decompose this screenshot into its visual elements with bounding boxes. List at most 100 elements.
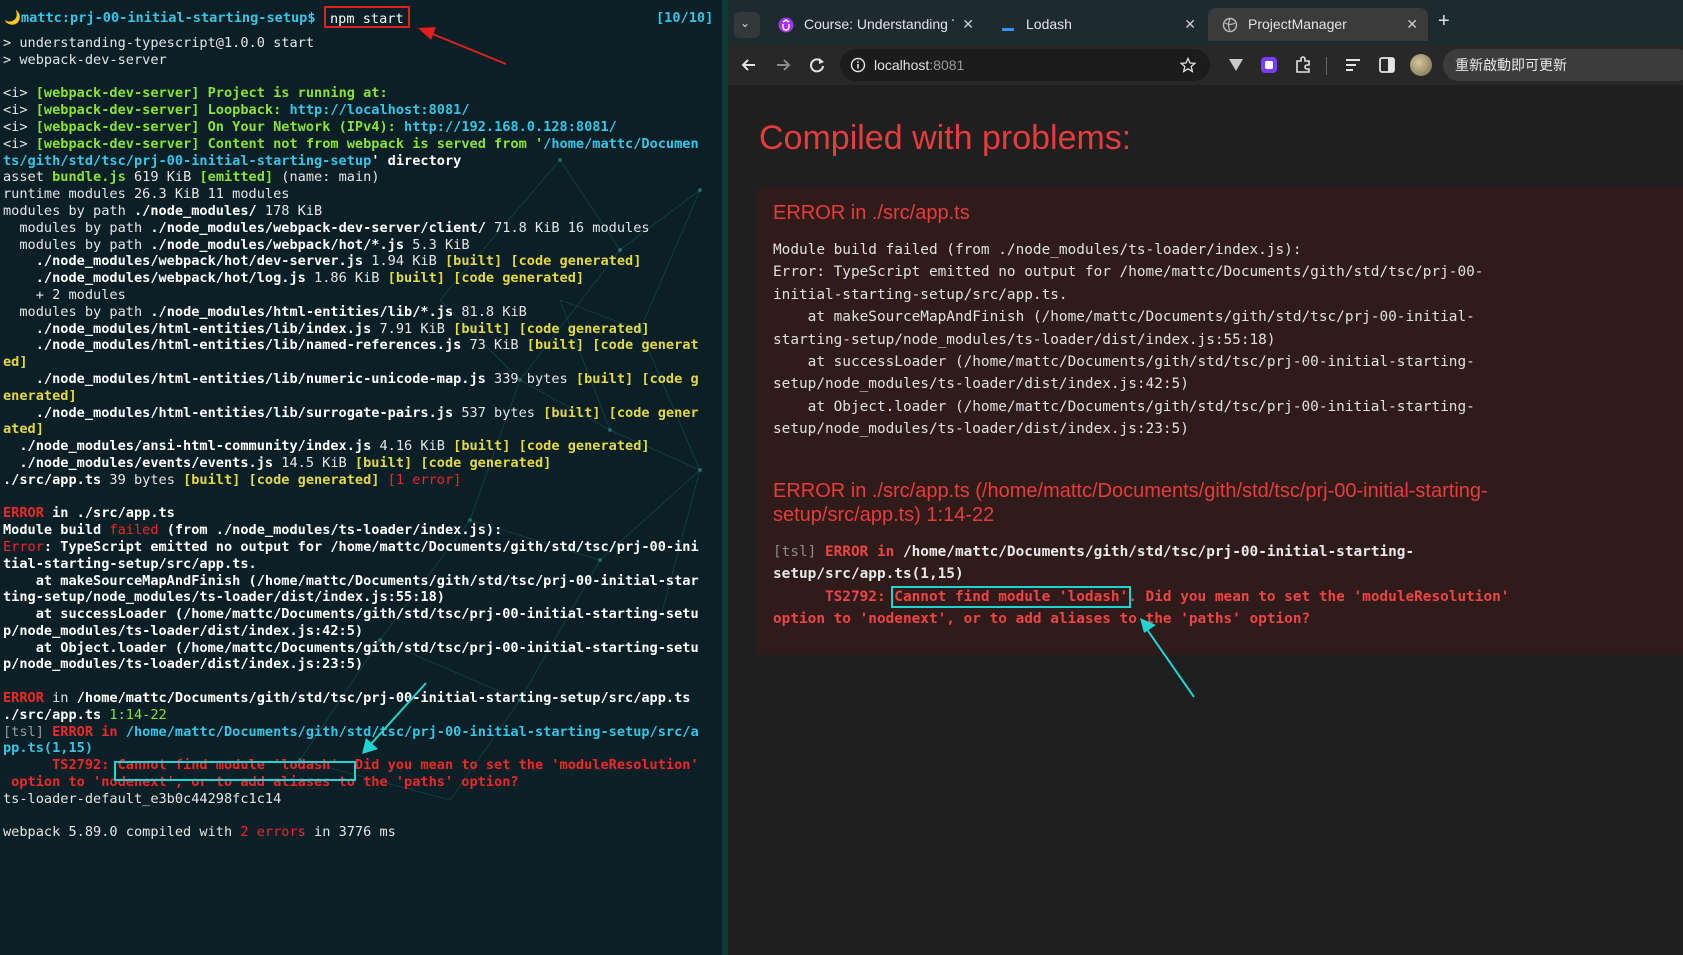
tsl-path-line2: setup/src/app.ts(1,15)	[773, 566, 964, 582]
terminal-text: ERROR	[52, 723, 94, 740]
terminal-text: [built] [code g	[575, 370, 699, 387]
terminal-line: at successLoader (/home/mattc/Documents/…	[3, 606, 719, 623]
terminal-text: tial-starting-setup/src/app.ts.	[3, 555, 257, 572]
command-input[interactable]: npm start	[324, 6, 410, 28]
terminal-text: <i>	[3, 118, 36, 135]
terminal-text: <i>	[3, 135, 36, 152]
terminal-text: /home/mattc/Documents/gith/std/tsc/prj-0…	[125, 723, 699, 740]
extension-icon[interactable]	[1225, 54, 1247, 76]
pane-counter: [10/10]	[656, 10, 714, 26]
terminal-text: <i>	[3, 102, 36, 119]
reading-list-icon[interactable]	[1342, 54, 1364, 76]
terminal-line: > understanding-typescript@1.0.0 start	[3, 35, 719, 52]
url-text[interactable]: localhost:8081	[874, 57, 964, 73]
terminal-line: modules by path ./node_modules/ 178 KiB	[3, 203, 719, 220]
terminal-text: 178 KiB	[256, 202, 323, 219]
terminal-line: p/node_modules/ts-loader/dist/index.js:2…	[3, 656, 719, 673]
close-icon[interactable]: ✕	[962, 8, 974, 41]
terminal-text: [built] [code generated]	[453, 320, 650, 337]
terminal-text: + 2 modules	[3, 286, 126, 303]
terminal-text: [built] [code generated]	[183, 471, 388, 488]
ts-rest-line2: option to 'nodenext', or to add aliases …	[773, 611, 1311, 627]
info-icon[interactable]	[850, 57, 866, 73]
prompt-bar: 🌙mattc:prj-00-initial-starting-setup$ np…	[0, 6, 722, 30]
terminal-text: enerated]	[3, 387, 77, 404]
terminal-window[interactable]: 🌙mattc:prj-00-initial-starting-setup$ np…	[0, 0, 722, 955]
terminal-text: 7.91 KiB	[371, 320, 454, 337]
lodash-favicon-icon	[1002, 28, 1014, 31]
terminal-line: <i> [webpack-dev-server] Content not fro…	[3, 136, 719, 153]
reload-icon[interactable]	[806, 54, 828, 76]
terminal-text: Did you mean to set the 'moduleResolutio…	[338, 757, 699, 774]
terminal-text: [emitted]	[199, 169, 274, 186]
terminal-line: ERROR in ./src/app.ts	[3, 505, 719, 522]
tab-lodash[interactable]: Lodash ✕	[986, 8, 1206, 41]
terminal-text: ./node_modules/webpack-dev-server/client…	[150, 219, 486, 236]
terminal-text: 5.3 KiB	[404, 236, 470, 253]
terminal-line: webpack 5.89.0 compiled with 2 errors in…	[3, 824, 719, 841]
terminal-line: ./src/app.ts 1:14-22	[3, 707, 719, 724]
globe-icon	[1222, 17, 1238, 33]
relaunch-update-button[interactable]: 重新啟動即可更新	[1443, 49, 1683, 81]
terminal-text: p/node_modules/ts-loader/dist/index.js:2…	[3, 656, 364, 673]
terminal-text: [webpack-dev-server] Project is running …	[35, 85, 388, 102]
new-tab-button[interactable]: +	[1438, 10, 1450, 33]
terminal-line: modules by path ./node_modules/webpack-d…	[3, 220, 719, 237]
tab-search-button[interactable]: ⌄	[734, 12, 760, 38]
terminal-line: modules by path ./node_modules/webpack/h…	[3, 237, 719, 254]
terminal-line: ed]	[3, 354, 719, 371]
terminal-text: TS2792:	[3, 757, 118, 774]
terminal-text: 39 bytes	[101, 471, 184, 488]
terminal-line: <i> [webpack-dev-server] On Your Network…	[3, 119, 719, 136]
puzzle-icon[interactable]	[1292, 54, 1314, 76]
terminal-text: at successLoader (/home/mattc/Documents/…	[3, 606, 699, 623]
course-favicon-icon	[778, 17, 794, 33]
tab-title: ProjectManager	[1248, 16, 1347, 32]
terminal-line: tial-starting-setup/src/app.ts.	[3, 556, 719, 573]
terminal-text: [webpack-dev-server] Loopback:	[35, 102, 290, 119]
terminal-line: modules by path ./node_modules/html-enti…	[3, 304, 719, 321]
url-host: localhost	[874, 57, 930, 73]
extension-icon[interactable]	[1258, 54, 1280, 76]
terminal-line: at Object.loader (/home/mattc/Documents/…	[3, 640, 719, 657]
address-bar[interactable]: localhost:8081	[840, 49, 1210, 81]
error1-body: Module build failed (from ./node_modules…	[773, 242, 1484, 438]
close-icon[interactable]: ✕	[1406, 8, 1418, 41]
terminal-text: [webpack-dev-server] On Your Network (IP…	[35, 118, 405, 135]
terminal-text: ./node_modules/webpack/hot/log.js	[3, 270, 306, 287]
terminal-text: ./node_modules/html-entities/lib/numeric…	[3, 370, 486, 387]
terminal-text: Cannot find module 'lodash'	[117, 757, 339, 774]
terminal-text: > understanding-typescript@1.0.0 start	[3, 35, 314, 51]
terminal-text: ./node_modules/html-entities/lib/named-r…	[3, 337, 462, 354]
side-panel-icon[interactable]	[1376, 54, 1398, 76]
error2-heading-line1: ERROR in ./src/app.ts (/home/mattc/Docum…	[773, 480, 1488, 502]
terminal-text: bundle.js	[52, 169, 126, 186]
terminal-text: 81.8 KiB	[453, 303, 527, 320]
terminal-text: pp.ts(1,15)	[3, 740, 94, 757]
terminal-text: ./node_modules/html-entities/lib/index.j…	[3, 320, 372, 337]
terminal-line: Module build failed (from ./node_modules…	[3, 522, 719, 539]
prompt-host: 🌙mattc:prj-00-initial-starting-setup$	[4, 10, 316, 26]
avatar[interactable]	[1410, 54, 1432, 76]
terminal-text: : TypeScript emitted no output for /home…	[43, 538, 699, 555]
tab-title: Lodash	[1026, 16, 1072, 32]
terminal-text: ERROR	[3, 505, 44, 522]
terminal-text: 71.8 KiB 16 modules	[485, 219, 650, 236]
terminal-line: Error: TypeScript emitted no output for …	[3, 539, 719, 556]
tab-projectmanager[interactable]: ProjectManager ✕	[1208, 8, 1428, 41]
terminal-text: > webpack-dev-server	[3, 51, 167, 68]
star-icon[interactable]	[1180, 57, 1196, 73]
forward-icon[interactable]	[772, 54, 794, 76]
terminal-text: ed]	[3, 354, 28, 371]
terminal-text: Error	[3, 538, 44, 555]
back-icon[interactable]	[738, 54, 760, 76]
overlay-title: Compiled with problems:	[759, 119, 1132, 157]
separator	[1326, 57, 1327, 75]
terminal-line: ./node_modules/html-entities/lib/surroga…	[3, 405, 719, 422]
close-icon[interactable]: ✕	[1184, 8, 1196, 41]
terminal-text: failed	[109, 522, 159, 539]
tab-course[interactable]: Course: Understanding T ✕	[764, 8, 984, 41]
terminal-text: in	[93, 723, 126, 740]
terminal-line: ./node_modules/html-entities/lib/index.j…	[3, 321, 719, 338]
